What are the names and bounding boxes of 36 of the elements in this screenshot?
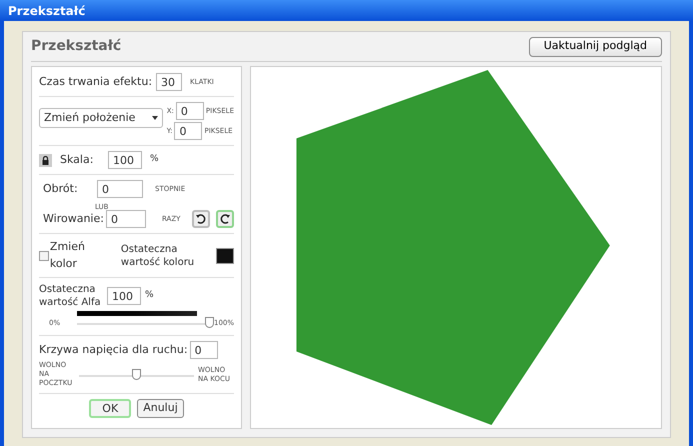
easing-slider[interactable]: [79, 368, 194, 382]
number-field[interactable]: 0: [190, 341, 218, 359]
number-field[interactable]: 100: [108, 151, 142, 169]
easing-label: Krzywa napięcia dla ruchu:: [39, 342, 188, 358]
window-title: Przekształć: [8, 2, 86, 20]
panel-title: Przekształć: [31, 37, 122, 56]
duration-label: Czas trwania efektu:: [39, 74, 152, 90]
checkbox[interactable]: [39, 250, 49, 260]
dialog-button[interactable]: Anuluj: [137, 399, 184, 418]
lock-icon: [41, 156, 50, 164]
rotate-button[interactable]: [216, 210, 234, 228]
number-field[interactable]: 0: [176, 102, 204, 120]
percent-label: %: [150, 153, 159, 166]
lock-button[interactable]: [39, 154, 52, 166]
final-color-label: Ostateczna wartość koloru: [120, 242, 196, 268]
rotate-right-icon: [219, 213, 232, 225]
scale-label: Skala:: [60, 152, 94, 168]
number-field[interactable]: 0: [174, 122, 202, 140]
number-field[interactable]: 100: [107, 287, 141, 305]
rotate-left-icon: [195, 213, 208, 225]
spin-label: Wirowanie:: [43, 210, 104, 227]
percent-label: %: [145, 289, 154, 302]
change-color-label[interactable]: Zmień kolor: [50, 239, 115, 272]
rotate-button[interactable]: [192, 210, 210, 228]
number-field[interactable]: 0: [97, 180, 143, 198]
alpha-label: Ostateczna wartość Alfa: [39, 283, 102, 309]
color-swatch[interactable]: [216, 248, 234, 264]
number-field[interactable]: 0: [106, 210, 146, 228]
slider-thumb[interactable]: [132, 368, 140, 380]
slider-thumb[interactable]: [204, 317, 214, 328]
dialog-button[interactable]: OK: [89, 399, 132, 418]
rotation-label: Obrót:: [43, 180, 79, 197]
number-field[interactable]: 30: [156, 73, 182, 91]
effect-dropdown[interactable]: Zmień położenie: [39, 108, 163, 128]
dropdown-caret-icon: [152, 116, 158, 120]
update-preview-button[interactable]: Uaktualnij podgląd: [528, 36, 662, 56]
